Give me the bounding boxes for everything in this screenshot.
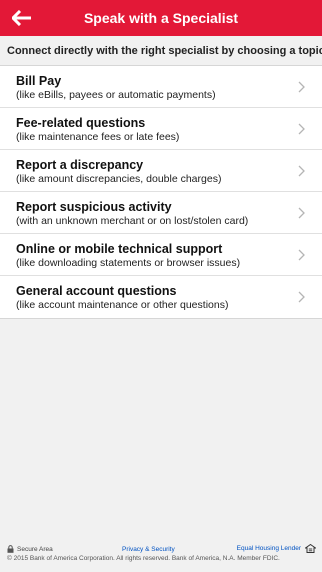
- back-button[interactable]: [8, 6, 36, 30]
- topic-title: Report a discrepancy: [16, 158, 144, 172]
- topic-report-suspicious[interactable]: Report suspicious activity (with an unkn…: [0, 192, 322, 234]
- topic-title: General account questions: [16, 284, 177, 298]
- chevron-right-icon: [298, 291, 305, 303]
- topic-subtitle: (like amount discrepancies, double charg…: [16, 173, 222, 185]
- back-arrow-icon: [12, 10, 31, 26]
- lock-icon: [7, 545, 14, 553]
- topic-technical-support[interactable]: Online or mobile technical support (like…: [0, 234, 322, 276]
- topic-title: Bill Pay: [16, 74, 62, 88]
- topic-list: Bill Pay (like eBills, payees or automat…: [0, 66, 322, 319]
- chevron-right-icon: [298, 81, 305, 93]
- equal-housing-lender-link[interactable]: Equal Housing Lender: [237, 545, 301, 552]
- chevron-right-icon: [298, 165, 305, 177]
- chevron-right-icon: [298, 123, 305, 135]
- chevron-right-icon: [298, 207, 305, 219]
- topic-report-discrepancy[interactable]: Report a discrepancy (like amount discre…: [0, 150, 322, 192]
- chevron-right-icon: [298, 249, 305, 261]
- header-bar: Speak with a Specialist: [0, 0, 322, 36]
- equal-housing-lender: Equal Housing Lender: [237, 544, 316, 553]
- topic-general-account[interactable]: General account questions (like account …: [0, 276, 322, 318]
- page-title: Speak with a Specialist: [83, 10, 239, 26]
- footer: Secure Area Privacy & Security Equal Hou…: [0, 540, 322, 572]
- topic-subtitle: (like account maintenance or other quest…: [16, 299, 229, 311]
- topic-fee-related[interactable]: Fee-related questions (like maintenance …: [0, 108, 322, 150]
- topic-bill-pay[interactable]: Bill Pay (like eBills, payees or automat…: [0, 66, 322, 108]
- topic-subtitle: (with an unknown merchant or on lost/sto…: [16, 215, 249, 227]
- topic-title: Report suspicious activity: [16, 200, 172, 214]
- topic-subtitle: (like maintenance fees or late fees): [16, 131, 180, 143]
- topic-title: Online or mobile technical support: [16, 242, 223, 256]
- topic-subtitle: (like eBills, payees or automatic paymen…: [16, 89, 216, 101]
- topic-subtitle: (like downloading statements or browser …: [16, 257, 241, 269]
- equal-housing-icon: [305, 544, 316, 553]
- secure-area-label: Secure Area: [17, 545, 53, 553]
- secure-area: Secure Area: [7, 545, 53, 553]
- copyright-text: © 2015 Bank of America Corporation. All …: [7, 555, 280, 562]
- topic-title: Fee-related questions: [16, 116, 146, 130]
- intro-text: Connect directly with the right speciali…: [0, 36, 322, 66]
- privacy-security-link[interactable]: Privacy & Security: [122, 546, 175, 553]
